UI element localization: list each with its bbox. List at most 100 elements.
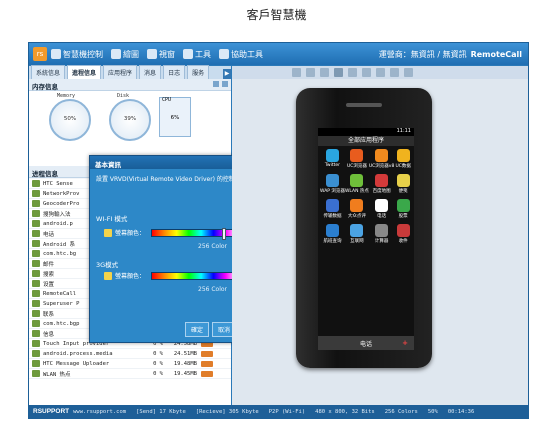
palette-icon	[104, 271, 112, 280]
app-icon	[32, 260, 40, 267]
refresh-icon[interactable]	[213, 81, 219, 87]
toolbar-phone-control-button[interactable]: 智慧機控制	[51, 49, 103, 60]
app-shortcut[interactable]: 互联网	[345, 224, 369, 244]
process-memory: 19.48MB	[173, 360, 197, 367]
process-cpu: 0 %	[153, 360, 163, 367]
settings-icon[interactable]	[404, 68, 413, 77]
arrows-icon[interactable]	[306, 68, 315, 77]
process-name: HTC Message Uploader	[43, 360, 110, 367]
kill-process-icon[interactable]	[201, 360, 213, 367]
process-row[interactable]: android.process.media 0 % 24.51MB	[29, 349, 231, 359]
app-label: 大众点评	[347, 214, 366, 219]
app-shortcut[interactable]: 电话	[369, 199, 394, 219]
refresh-icon[interactable]	[376, 68, 385, 77]
app-logo: rs	[33, 47, 47, 61]
app-icon	[32, 250, 40, 257]
toolbar-assist-button[interactable]: 協助工具	[219, 49, 263, 60]
carrier-info: 運營商：無資訊 / 無資訊	[378, 49, 467, 59]
back-icon[interactable]	[320, 68, 329, 77]
phone-dock: 电话 +	[318, 336, 414, 350]
device-toolbar	[232, 66, 528, 79]
mobile-color-value: 256 Color	[198, 286, 228, 293]
app-shortcut[interactable]: Twitter	[320, 149, 345, 169]
toolbar-window-button[interactable]: 視窗	[147, 49, 175, 60]
status-resolution: 480 x 800, 32 Bits	[315, 408, 375, 415]
process-name: android.process.media	[43, 350, 113, 357]
app-shortcut[interactable]: 百度地图	[369, 174, 394, 194]
assist-icon	[219, 49, 229, 59]
app-shortcut[interactable]: 航班查询	[320, 224, 345, 244]
app-shortcut[interactable]: 计算器	[369, 224, 394, 244]
app-icon	[32, 200, 40, 207]
ok-button[interactable]: 確定	[184, 322, 209, 337]
memory-section-header: 内存信息	[29, 79, 231, 91]
app-icon	[32, 350, 40, 357]
app-shortcut[interactable]: 股票	[394, 199, 412, 219]
app-icon	[325, 174, 339, 187]
mobile-color-row: 螢幕顏色：	[104, 270, 241, 283]
pointer-icon[interactable]	[292, 68, 301, 77]
wifi-color-value: 256 Color	[198, 243, 228, 250]
end-call-icon[interactable]: +	[402, 339, 408, 347]
app-shortcut[interactable]: UC浏览器	[345, 149, 369, 169]
app-icon	[375, 149, 389, 162]
app-shortcut[interactable]: 收件	[394, 224, 412, 244]
app-icon	[325, 149, 339, 162]
status-bar: RSUPPORT www.rsupport.com [Send] 17 Kbyt…	[29, 405, 528, 418]
collapse-icon[interactable]	[222, 81, 228, 87]
app-shortcut[interactable]: 便笺	[394, 174, 412, 194]
toolbar-tools-button[interactable]: 工具	[183, 49, 211, 60]
tab-scroll-right-icon[interactable]: ▶	[223, 69, 231, 79]
wifi-color-slider[interactable]	[151, 227, 240, 240]
tab-messages[interactable]: 消息	[139, 65, 162, 79]
app-icon	[350, 149, 364, 162]
tab-log[interactable]: 日志	[163, 65, 186, 79]
tab-system-info[interactable]: 系統信息	[31, 65, 66, 79]
status-recv: [Recieve] 305 Kbyte	[195, 408, 259, 415]
process-row[interactable]: HTC Message Uploader 0 % 19.48MB	[29, 359, 231, 369]
app-shortcut[interactable]: WAP 浏览器	[320, 174, 345, 194]
app-label: WLAN 热点	[344, 189, 369, 194]
app-icon	[32, 190, 40, 197]
app-drawer-title: 全部应用程序	[318, 136, 414, 146]
app-label: 传输数据	[323, 214, 342, 219]
status-zoom: 50%	[427, 408, 438, 415]
app-label: 便笺	[398, 189, 408, 194]
app-label: WAP 浏览器	[320, 189, 345, 194]
remotecall-window: rs 智慧機控制 繪圖 視窗 工具 協助工具 運營商：無資訊 / 無資訊 Rem…	[28, 42, 529, 419]
app-label: 股票	[398, 214, 408, 219]
tab-process-info[interactable]: 進程信息	[67, 65, 102, 79]
process-cpu: 0 %	[153, 350, 163, 357]
mobile-color-slider[interactable]	[151, 270, 241, 283]
app-icon	[32, 310, 40, 317]
app-icon	[396, 149, 410, 162]
wifi-mode-label: WI-FI 模式	[96, 215, 128, 223]
zoom-icon[interactable]	[362, 68, 371, 77]
process-row[interactable]: WLAN 热点 0 % 19.45MB	[29, 369, 231, 379]
kill-process-icon[interactable]	[201, 350, 213, 357]
tab-applications[interactable]: 应用程序	[103, 65, 138, 79]
app-label: 百度地图	[372, 189, 391, 194]
app-shortcut[interactable]: UC浏览器v8	[369, 149, 394, 169]
toolbar-draw-button[interactable]: 繪圖	[111, 49, 139, 60]
dock-phone-button[interactable]: 电话	[360, 339, 372, 348]
app-grid: Twitter UC浏览器 UC浏览器v8 UC数据 WAP 浏览器 WLAN 热点 百度地…	[318, 146, 414, 247]
earpiece	[346, 103, 382, 107]
app-icon	[375, 199, 389, 212]
phone-frame: 11:11 全部应用程序 Twitter UC浏览器 UC浏览器v8 UC数据 WAP …	[296, 88, 432, 368]
app-shortcut[interactable]: UC数据	[394, 149, 412, 169]
app-icon	[32, 210, 40, 217]
app-shortcut[interactable]: WLAN 热点	[345, 174, 369, 194]
app-shortcut[interactable]: 传输数据	[320, 199, 345, 219]
keyboard-icon[interactable]	[390, 68, 399, 77]
phone-screen[interactable]: 11:11 全部应用程序 Twitter UC浏览器 UC浏览器v8 UC数据 WAP …	[318, 128, 414, 350]
tab-services[interactable]: 服务	[187, 65, 210, 79]
home-icon[interactable]	[334, 68, 343, 77]
rotate-icon[interactable]	[348, 68, 357, 77]
app-shortcut[interactable]: 大众点评	[345, 199, 369, 219]
palette-icon	[104, 228, 112, 237]
status-colors: 256 Colors	[384, 408, 418, 415]
phone-status-bar: 11:11	[318, 128, 414, 136]
kill-process-icon[interactable]	[201, 370, 213, 377]
slider-thumb[interactable]	[222, 227, 227, 240]
